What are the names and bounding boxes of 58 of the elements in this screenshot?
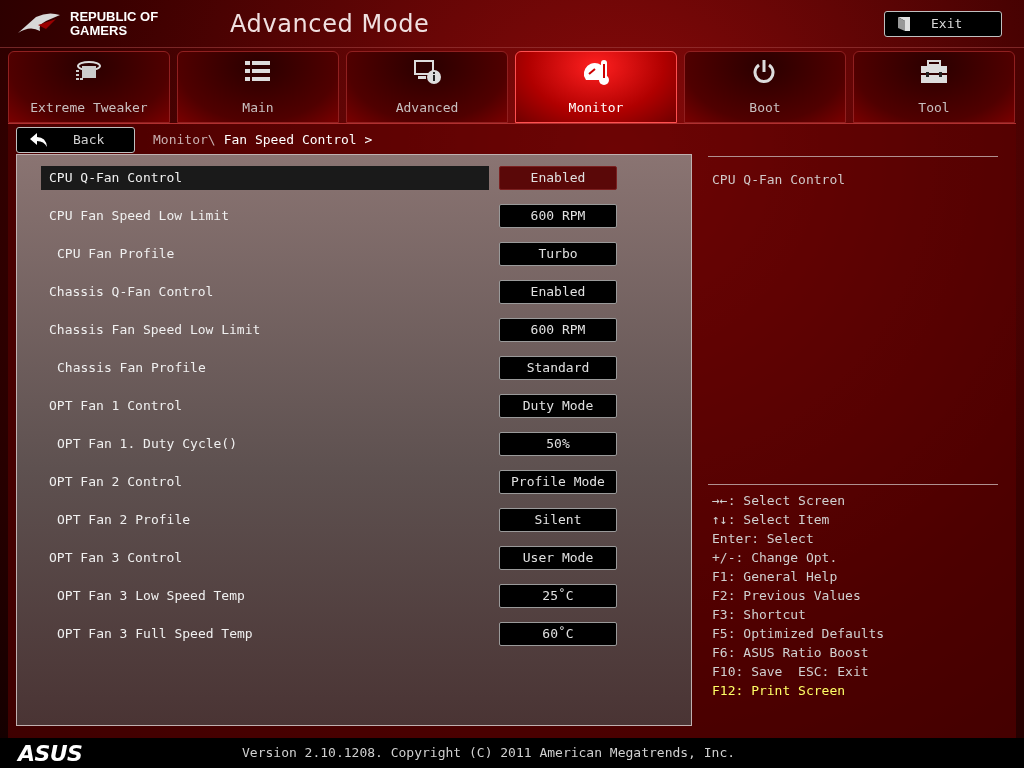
setting-value[interactable]: 25˚C <box>499 584 617 608</box>
setting-label[interactable]: CPU Fan Profile <box>41 242 489 266</box>
setting-label[interactable]: OPT Fan 3 Low Speed Temp <box>41 584 489 608</box>
setting-label[interactable]: OPT Fan 3 Full Speed Temp <box>41 622 489 646</box>
help-description: CPU Q-Fan Control <box>711 171 847 189</box>
setting-value[interactable]: Enabled <box>499 166 617 190</box>
setting-label[interactable]: OPT Fan 3 Control <box>41 546 489 570</box>
setting-value[interactable]: Standard <box>499 356 617 380</box>
setting-label[interactable]: OPT Fan 2 Control <box>41 470 489 494</box>
asus-logo: ASUS <box>18 739 84 768</box>
thermometer-gauge-icon <box>581 57 611 86</box>
back-button[interactable]: Back <box>16 127 135 153</box>
tab[interactable]: Boot <box>684 51 846 123</box>
setting-value[interactable]: Profile Mode <box>499 470 617 494</box>
door-icon <box>897 15 911 32</box>
key-hint: F2: Previous Values <box>712 587 862 605</box>
setting-value[interactable]: 50% <box>499 432 617 456</box>
setting-value[interactable]: Duty Mode <box>499 394 617 418</box>
setting-value[interactable]: 600 RPM <box>499 204 617 228</box>
key-hint: F1: General Help <box>712 568 839 586</box>
setting-label[interactable]: OPT Fan 1 Control <box>41 394 489 418</box>
toolbox-icon <box>919 57 949 86</box>
setting-label[interactable]: Chassis Q-Fan Control <box>41 280 489 304</box>
key-hint: →←: Select Screen <box>712 492 847 510</box>
setting-value[interactable]: 60˚C <box>499 622 617 646</box>
key-hint: ↑↓: Select Item <box>712 511 831 529</box>
setting-value[interactable]: User Mode <box>499 546 617 570</box>
setting-value[interactable]: 600 RPM <box>499 318 617 342</box>
setting-value[interactable]: Silent <box>499 508 617 532</box>
setting-label[interactable]: Chassis Fan Speed Low Limit <box>41 318 489 342</box>
tab[interactable]: Extreme Tweaker <box>8 51 170 123</box>
exit-button[interactable]: Exit <box>884 10 1002 37</box>
brand-text: REPUBLIC OF <box>70 9 160 24</box>
key-hint: F12: Print Screen <box>712 682 847 700</box>
key-hint: Enter: Select <box>712 530 815 548</box>
key-hint: +/-: Change Opt. <box>712 549 839 567</box>
key-hint: F5: Optimized Defaults <box>712 625 886 643</box>
setting-label[interactable]: CPU Q-Fan Control <box>41 166 489 190</box>
setting-label[interactable]: CPU Fan Speed Low Limit <box>41 204 489 228</box>
tab[interactable]: Main <box>177 51 339 123</box>
monitor-info-icon <box>412 57 442 86</box>
setting-label[interactable]: OPT Fan 2 Profile <box>41 508 489 532</box>
setting-value[interactable]: Turbo <box>499 242 617 266</box>
brand-text: GAMERS <box>70 23 129 38</box>
breadcrumb-current: Fan Speed Control > <box>223 131 373 150</box>
key-hint: F6: ASUS Ratio Boost <box>712 644 870 662</box>
page-title: Advanced Mode <box>230 8 430 40</box>
tab[interactable]: Tool <box>853 51 1015 123</box>
version-text: Version 2.10.1208. Copyright (C) 2011 American Megatrends, Inc. <box>242 744 736 763</box>
key-hint: F3: Shortcut <box>712 606 807 624</box>
tab[interactable]: Advanced <box>346 51 508 123</box>
breadcrumb-path: Monitor\ <box>153 131 216 150</box>
key-hint: F10: Save ESC: Exit <box>712 663 870 681</box>
setting-label[interactable]: OPT Fan 1. Duty Cycle() <box>41 432 489 456</box>
setting-label[interactable]: Chassis Fan Profile <box>41 356 489 380</box>
tab[interactable]: Monitor <box>515 51 677 123</box>
back-arrow-icon <box>29 132 49 148</box>
setting-value[interactable]: Enabled <box>499 280 617 304</box>
